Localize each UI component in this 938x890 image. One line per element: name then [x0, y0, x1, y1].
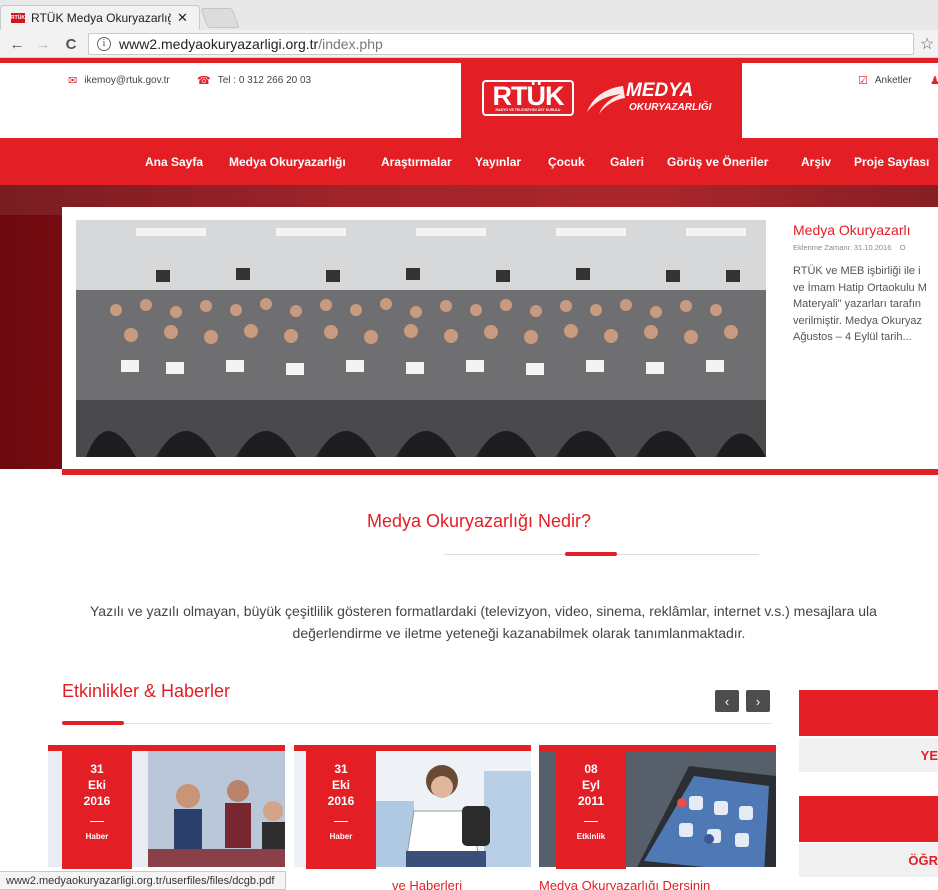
nav-item-arastirmalar[interactable]: Araştırmalar: [381, 155, 452, 169]
info-icon[interactable]: i: [97, 37, 111, 51]
swoosh-icon: [587, 86, 625, 114]
news-divider: [62, 723, 772, 724]
side-panel-link[interactable]: YE: [799, 738, 938, 772]
main-nav: [0, 138, 938, 185]
nav-item-ana-sayfa[interactable]: Ana Sayfa: [145, 155, 203, 169]
slider-date: Eklenme Zamanı: 31.10.2016 O: [793, 243, 906, 252]
slider-date-text: Eklenme Zamanı: 31.10.2016: [793, 243, 892, 252]
back-arrow-icon[interactable]: ←: [6, 30, 28, 58]
browser-tab[interactable]: RTÜK RTÜK Medya Okuryazarlığ ✕: [0, 5, 200, 30]
about-text-line-1: Yazılı ve yazılı olmayan, büyük çeşitlil…: [90, 603, 877, 619]
logo-medya-text: MEDYA: [626, 80, 694, 101]
news-year: 2011: [577, 794, 605, 808]
rtuk-logo-subtitle: RADYO VE TELEVİZYON ÜST KURULU: [495, 108, 561, 112]
news-month: Eyl: [581, 778, 600, 792]
reload-icon[interactable]: C: [60, 30, 82, 58]
address-bar[interactable]: i www2.medyaokuryazarligi.org.tr/index.p…: [88, 33, 914, 55]
new-tab-button[interactable]: [200, 8, 240, 28]
about-title: Medya Okuryazarlığı Nedir?: [366, 511, 592, 531]
surveys-link[interactable]: ☑ Anketler: [858, 74, 912, 87]
news-month: Eki: [331, 778, 350, 792]
slider-photo[interactable]: [76, 220, 766, 457]
envelope-icon: ✉: [68, 75, 78, 87]
header-phone: ☎ Tel : 0 312 266 20 03: [197, 74, 311, 87]
bookmark-star-icon[interactable]: ☆: [916, 33, 938, 55]
url-host: www2.medyaokuryazarligi.org.tr: [119, 36, 319, 52]
phone-text: Tel : 0 312 266 20 03: [217, 75, 312, 86]
nav-item-yayinlar[interactable]: Yayınlar: [475, 155, 521, 169]
slider-text-line: verilmiştir. Medya Okuryaz: [793, 314, 922, 327]
news-title[interactable]: Medya Okuryazarlığı Dersinin: [539, 878, 710, 890]
news-date-badge: 31 Eki 2016 Haber: [306, 751, 376, 869]
news-section-title: Etkinlikler & Haberler: [62, 681, 231, 701]
badge-divider: [90, 821, 104, 822]
slider-date-tail: O: [899, 243, 906, 252]
news-year: 2016: [327, 794, 355, 808]
surveys-label: Anketler: [874, 75, 912, 86]
nav-item-arsiv[interactable]: Arşiv: [801, 155, 831, 169]
slider-text: RTÜK ve MEB işbirliği ile i ve İmam Hati…: [793, 263, 938, 346]
side-panel-link[interactable]: ÖĞR: [799, 843, 938, 877]
nav-item-cocuk[interactable]: Çocuk: [548, 155, 585, 169]
side-panel-header: [799, 690, 938, 736]
url-path: /index.php: [318, 36, 383, 52]
news-date-badge: 08 Eyl 2011 Etkinlik: [556, 751, 626, 869]
badge-divider: [584, 821, 598, 822]
about-divider-accent: [565, 552, 617, 556]
logo-okuryazarligi-text: OKURYAZARLIĞI: [629, 102, 712, 113]
phone-icon: ☎: [197, 75, 211, 87]
slider-text-line: Ağustos – 4 Eylül tarih...: [793, 331, 912, 343]
slider-text-line: Materyali" yazarları tarafın: [793, 298, 922, 310]
favicon-icon: RTÜK: [11, 13, 25, 23]
badge-divider: [334, 821, 348, 822]
rtuk-logo: RTÜK RADYO VE TELEVİZYON ÜST KURULU: [482, 80, 574, 116]
news-day: 31: [90, 762, 104, 776]
news-category: Haber: [329, 832, 353, 841]
rtuk-logo-text: RTÜK: [492, 81, 565, 111]
news-divider-accent: [62, 721, 124, 725]
header-email[interactable]: ✉ ikemoy@rtuk.gov.tr: [68, 74, 170, 87]
news-year: 2016: [83, 794, 111, 808]
slider-title[interactable]: Medya Okuryazarlı: [793, 222, 910, 238]
news-title[interactable]: ve Haberleri: [392, 878, 462, 890]
slider-text-line: ve İmam Hatip Ortaokulu M: [793, 281, 927, 294]
status-bar-url: www2.medyaokuryazarligi.org.tr/userfiles…: [0, 871, 286, 890]
side-panel-header: [799, 796, 938, 842]
nav-item-medya-okuryazarligi[interactable]: Medya Okuryazarlığı: [229, 155, 346, 169]
about-text-line-2: değerlendirme ve iletme yeteneği kazanab…: [292, 625, 746, 641]
news-month: Eki: [87, 778, 106, 792]
news-next-button[interactable]: ›: [746, 690, 770, 712]
checkbox-icon: ☑: [858, 75, 868, 87]
news-day: 31: [334, 762, 348, 776]
nav-item-gorus-ve-oneriler[interactable]: Görüş ve Öneriler: [667, 155, 768, 169]
tab-close-icon[interactable]: ✕: [177, 10, 188, 26]
slider-text-line: RTÜK ve MEB işbirliği ile i: [793, 265, 921, 277]
slider-bottom-bar: [62, 469, 938, 475]
nav-item-proje-sayfasi[interactable]: Proje Sayfası: [854, 155, 929, 169]
news-day: 08: [584, 762, 598, 776]
news-prev-button[interactable]: ‹: [715, 690, 739, 712]
news-date-badge: 31 Eki 2016 Haber: [62, 751, 132, 869]
news-category: Haber: [85, 832, 109, 841]
news-category: Etkinlik: [576, 832, 606, 841]
nav-item-galeri[interactable]: Galeri: [610, 155, 644, 169]
forward-arrow-icon[interactable]: →: [32, 30, 54, 58]
tab-title: RTÜK Medya Okuryazarlığ: [31, 11, 171, 25]
email-text: ikemoy@rtuk.gov.tr: [84, 75, 170, 86]
user-icon[interactable]: ♟: [930, 74, 938, 87]
